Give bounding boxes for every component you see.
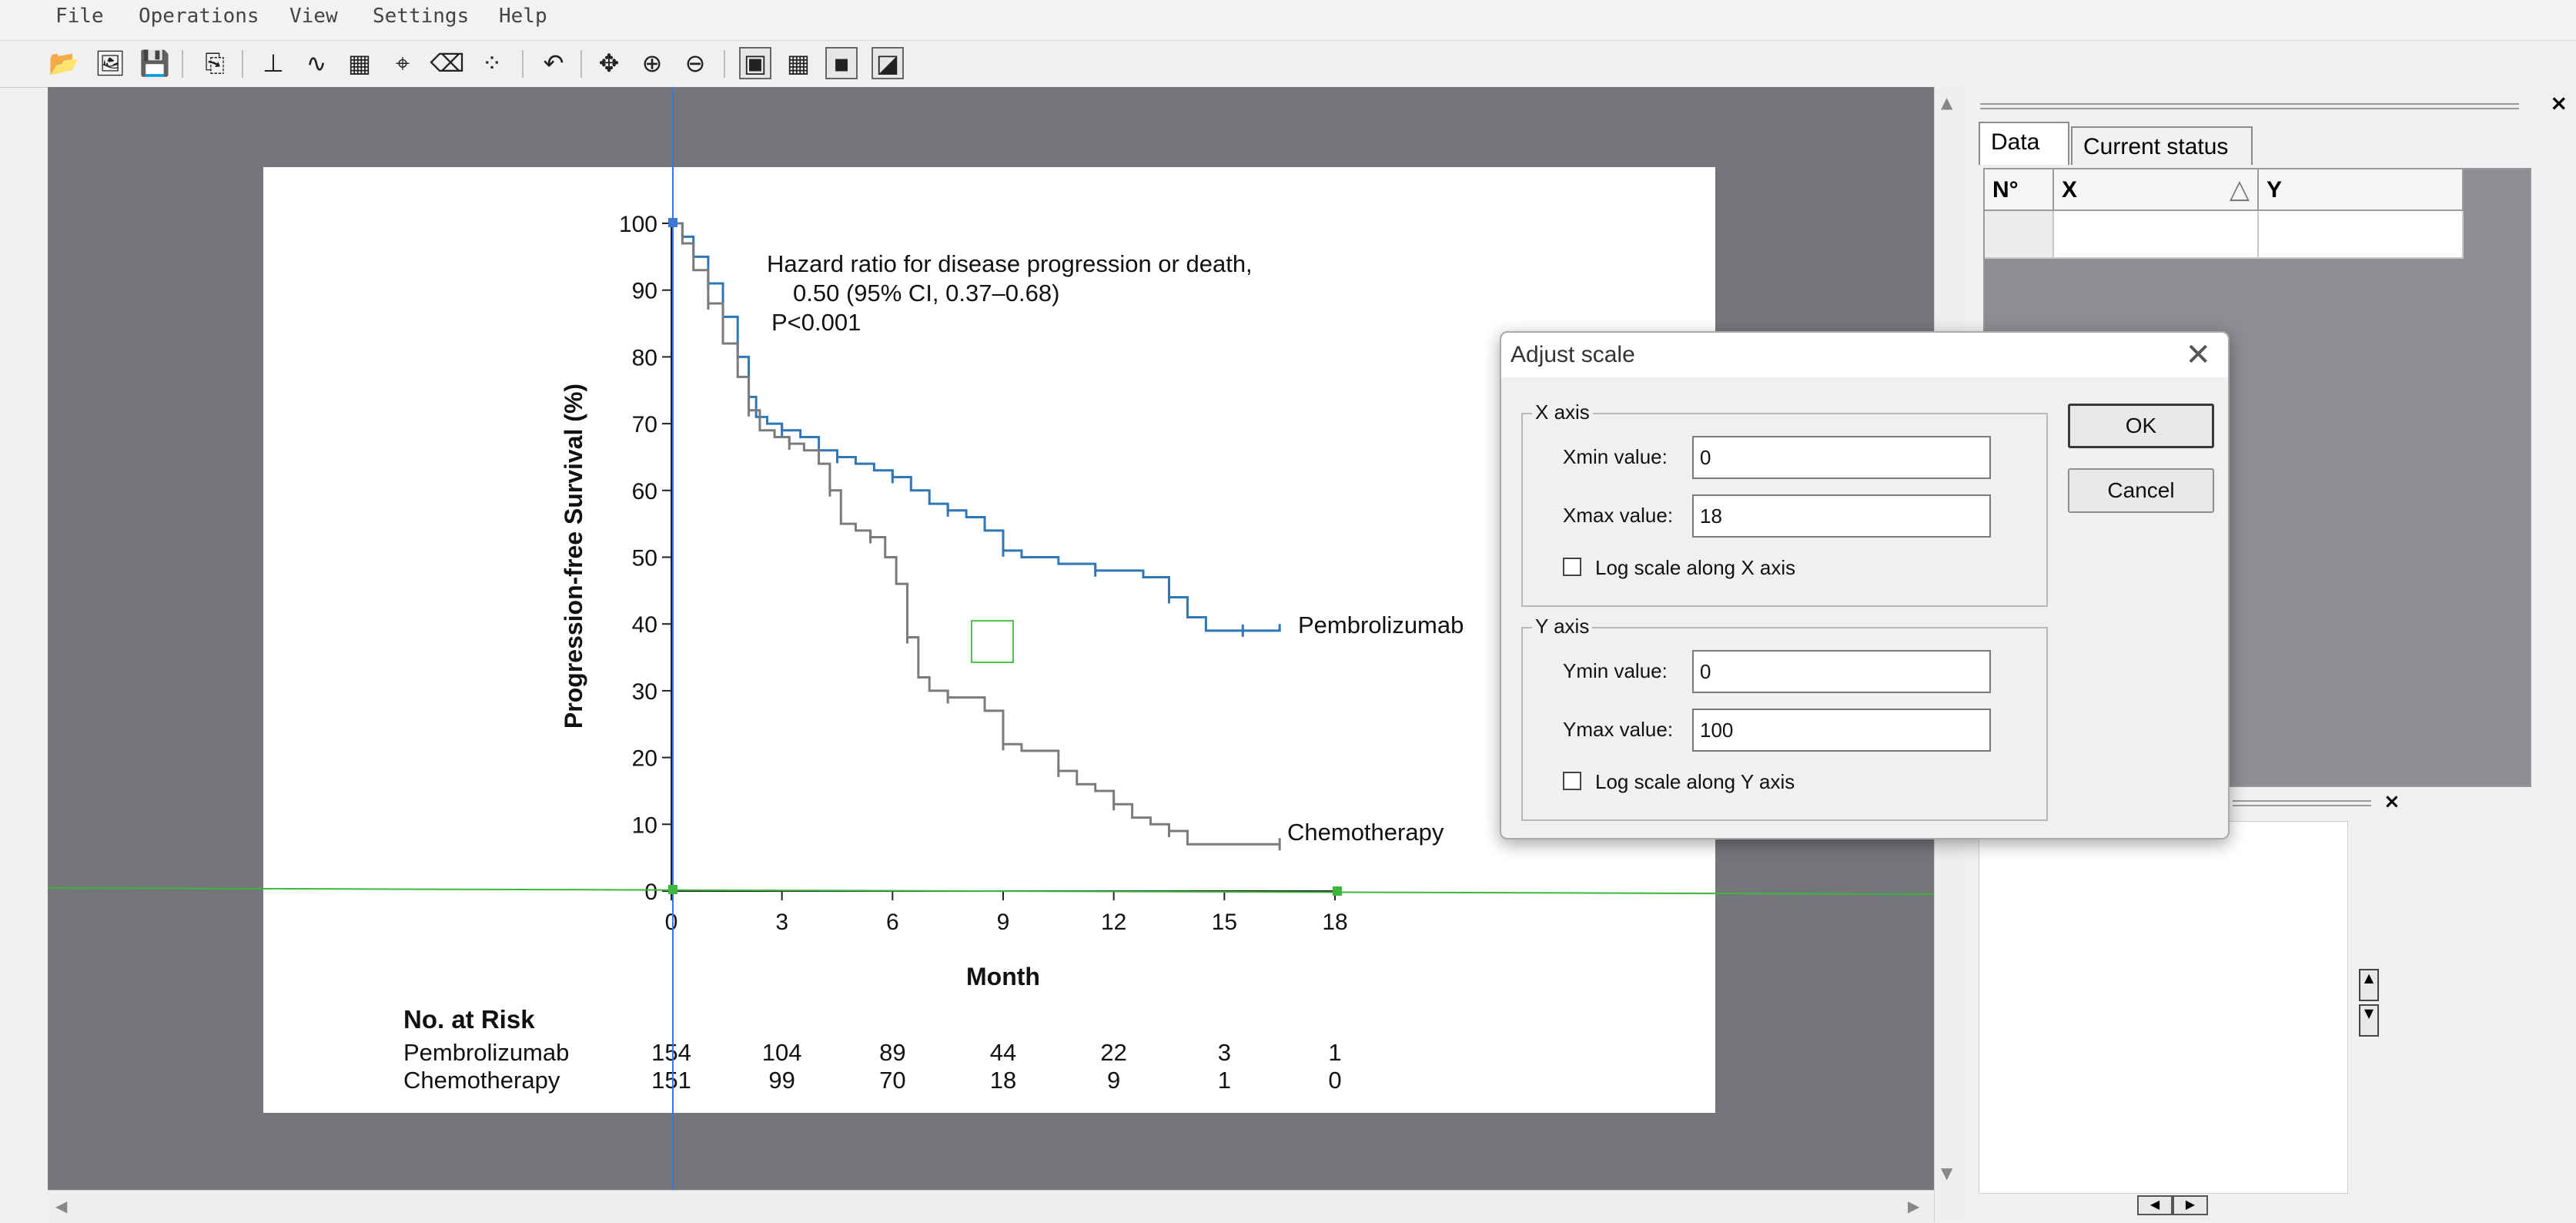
ymin-label: Ymin value: bbox=[1563, 659, 1668, 682]
column-header-x-label: X bbox=[2062, 177, 2078, 203]
undo-icon[interactable]: ↶ bbox=[537, 47, 570, 79]
x-calibration-line[interactable] bbox=[48, 887, 1934, 895]
cancel-button[interactable]: Cancel bbox=[2068, 468, 2214, 513]
show-curve-icon[interactable]: ◪ bbox=[871, 47, 904, 79]
scatter-tool-icon[interactable]: ⁘ bbox=[476, 47, 508, 79]
panel2-grip[interactable] bbox=[2233, 793, 2402, 813]
close-panel2-icon[interactable]: × bbox=[2384, 790, 2400, 813]
ymin-input[interactable] bbox=[1692, 650, 1991, 693]
toolbar-separator bbox=[182, 50, 183, 78]
toolbar: 📂 🖼 💾 ⎘ ⊥ ∿ ▦ ⌖ ⌫ ⁘ ↶ ✥ ⊕ ⊖ ▣ ▦ ▪ ◪ bbox=[0, 41, 2576, 88]
scroll-left-icon[interactable]: ◀ bbox=[55, 1197, 67, 1215]
x-axis-group-label: X axis bbox=[1532, 400, 1593, 424]
close-icon[interactable]: ✕ bbox=[2185, 337, 2211, 373]
close-panel-icon[interactable]: × bbox=[2550, 90, 2568, 116]
toolbar-separator bbox=[242, 50, 243, 78]
dialog-titlebar[interactable]: Adjust scale ✕ bbox=[1501, 333, 2228, 377]
log-scale-y-checkbox[interactable] bbox=[1563, 772, 1581, 790]
x-max-marker[interactable] bbox=[1333, 886, 1342, 896]
ymax-input[interactable] bbox=[1692, 709, 1991, 752]
point-tool-icon[interactable]: ⌖ bbox=[386, 47, 419, 79]
menu-help[interactable]: Help bbox=[499, 5, 547, 28]
tab-current-status[interactable]: Current status bbox=[2071, 126, 2253, 165]
menu-bar: File Operations View Settings Help bbox=[0, 0, 2576, 41]
preview-panel-scrollbar[interactable]: ▲ ▼ bbox=[2348, 821, 2387, 1192]
horizontal-scrollbar[interactable]: ◀ ▶ bbox=[48, 1190, 1934, 1223]
preview-panel bbox=[1979, 821, 2348, 1194]
column-header-x[interactable]: X △ bbox=[2054, 169, 2259, 211]
area-tool-icon[interactable]: ▦ bbox=[343, 47, 376, 79]
page-right-icon[interactable]: ▶ bbox=[2173, 1195, 2208, 1215]
scroll-up-icon[interactable]: ▲ bbox=[1941, 93, 1952, 112]
zoom-out-icon[interactable]: ⊖ bbox=[679, 47, 711, 79]
panel-grip[interactable] bbox=[1980, 98, 2565, 116]
y-axis-group: Y axis Ymin value: Ymax value: Log scale… bbox=[1521, 615, 2048, 821]
spin-up-icon[interactable]: ▲ bbox=[2359, 969, 2379, 1001]
xmin-input[interactable] bbox=[1692, 436, 1991, 479]
open-image-icon[interactable]: 🖼 bbox=[94, 47, 126, 79]
menu-view[interactable]: View bbox=[289, 5, 338, 28]
toolbar-separator bbox=[724, 50, 725, 78]
tab-data[interactable]: Data bbox=[1979, 122, 2069, 165]
log-scale-x-checkbox[interactable] bbox=[1563, 558, 1581, 576]
ymax-label: Ymax value: bbox=[1563, 718, 1674, 741]
axis-tool-icon[interactable]: ⊥ bbox=[257, 47, 289, 79]
toolbar-separator bbox=[522, 50, 524, 78]
save-icon[interactable]: 💾 bbox=[139, 47, 171, 79]
toolbar-separator bbox=[580, 50, 582, 78]
adjust-scale-dialog: Adjust scale ✕ X axis Xmin value: Xmax v… bbox=[1500, 331, 2230, 839]
grid-cell-x[interactable] bbox=[2054, 211, 2259, 259]
x-axis-group: X axis Xmin value: Xmax value: Log scale… bbox=[1521, 400, 2048, 607]
menu-settings[interactable]: Settings bbox=[373, 5, 469, 28]
curve-tool-icon[interactable]: ∿ bbox=[300, 47, 333, 79]
y-max-marker[interactable] bbox=[668, 218, 677, 227]
column-header-y[interactable]: Y bbox=[2259, 169, 2464, 211]
column-header-number[interactable]: N° bbox=[1985, 169, 2054, 211]
show-image-icon[interactable]: ▣ bbox=[739, 47, 771, 79]
zoom-in-icon[interactable]: ⊕ bbox=[636, 47, 668, 79]
grid-cell-number[interactable] bbox=[1985, 211, 2054, 259]
xmax-input[interactable] bbox=[1692, 494, 1991, 538]
scroll-right-icon[interactable]: ▶ bbox=[1908, 1197, 1919, 1215]
xmin-label: Xmin value: bbox=[1563, 445, 1668, 468]
show-grid-icon[interactable]: ▦ bbox=[782, 47, 815, 79]
scroll-down-icon[interactable]: ▼ bbox=[1941, 1164, 1952, 1182]
page-left-icon[interactable]: ◀ bbox=[2137, 1195, 2173, 1215]
sort-icon[interactable]: △ bbox=[2230, 174, 2250, 205]
pan-icon[interactable]: ✥ bbox=[593, 47, 625, 79]
y-axis-group-label: Y axis bbox=[1532, 615, 1593, 638]
grid-cell-y[interactable] bbox=[2259, 211, 2464, 259]
show-points-icon[interactable]: ▪ bbox=[825, 47, 858, 79]
dialog-title: Adjust scale bbox=[1510, 342, 1635, 367]
open-folder-icon[interactable]: 📂 bbox=[48, 47, 80, 79]
log-scale-y-label: Log scale along Y axis bbox=[1595, 770, 1795, 793]
x-min-marker[interactable] bbox=[668, 885, 677, 894]
menu-operations[interactable]: Operations bbox=[139, 5, 259, 28]
ok-button[interactable]: OK bbox=[2068, 404, 2214, 448]
spin-down-icon[interactable]: ▼ bbox=[2359, 1004, 2379, 1037]
eraser-icon[interactable]: ⌫ bbox=[430, 47, 464, 79]
menu-file[interactable]: File bbox=[55, 5, 104, 28]
xmax-label: Xmax value: bbox=[1563, 504, 1674, 527]
copy-icon[interactable]: ⎘ bbox=[199, 47, 231, 79]
log-scale-x-label: Log scale along X axis bbox=[1595, 556, 1796, 579]
